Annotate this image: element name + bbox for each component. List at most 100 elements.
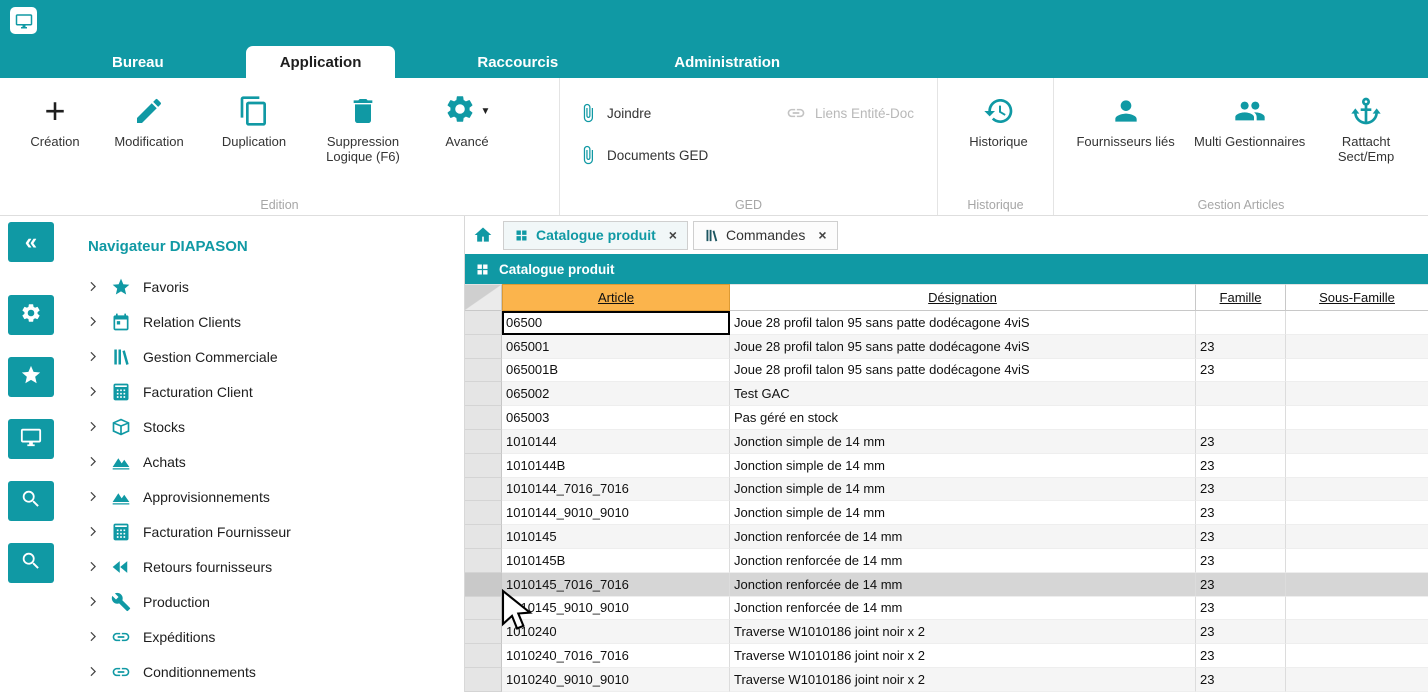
sidebar-item-conditionnements[interactable]: Conditionnements bbox=[62, 654, 464, 689]
chevron-right-icon[interactable] bbox=[86, 454, 103, 469]
close-icon[interactable]: × bbox=[669, 228, 677, 242]
modification-button[interactable]: Modification bbox=[96, 90, 202, 150]
row-selector-cell[interactable] bbox=[465, 549, 502, 573]
chevron-right-icon[interactable] bbox=[86, 664, 103, 679]
suppression-logique-button[interactable]: Suppression Logique (F6) bbox=[306, 90, 420, 165]
sidebar-item-gestion-commerciale[interactable]: Gestion Commerciale bbox=[62, 339, 464, 374]
multi-gestionnaires-button[interactable]: Multi Gestionnaires bbox=[1187, 90, 1312, 150]
cell-famille[interactable]: 23 bbox=[1196, 478, 1286, 502]
avance-button[interactable]: ▼ Avancé bbox=[424, 90, 510, 150]
sidebar-item-expeditions[interactable]: Expéditions bbox=[62, 619, 464, 654]
row-selector-cell[interactable] bbox=[465, 644, 502, 668]
rail-search-button[interactable] bbox=[8, 481, 54, 521]
rattacht-sect-emp-button[interactable]: Rattacht Sect/Emp bbox=[1316, 90, 1416, 165]
cell-article[interactable]: 1010145B bbox=[502, 549, 730, 573]
cell-famille[interactable]: 23 bbox=[1196, 335, 1286, 359]
cell-sous-famille[interactable] bbox=[1286, 597, 1428, 621]
cell-article[interactable]: 1010240 bbox=[502, 620, 730, 644]
chevron-right-icon[interactable] bbox=[86, 349, 103, 364]
cell-sous-famille[interactable] bbox=[1286, 359, 1428, 383]
cell-famille[interactable]: 23 bbox=[1196, 359, 1286, 383]
column-header-article[interactable]: Article bbox=[502, 284, 730, 311]
cell-famille[interactable]: 23 bbox=[1196, 573, 1286, 597]
cell-designation[interactable]: Jonction renforcée de 14 mm bbox=[730, 573, 1196, 597]
cell-designation[interactable]: Traverse W1010186 joint noir x 2 bbox=[730, 668, 1196, 692]
historique-button[interactable]: Historique bbox=[956, 90, 1041, 150]
cell-designation[interactable]: Test GAC bbox=[730, 382, 1196, 406]
joindre-button[interactable]: Joindre bbox=[578, 98, 786, 128]
row-selector-cell[interactable] bbox=[465, 359, 502, 383]
cell-article[interactable]: 1010144_9010_9010 bbox=[502, 501, 730, 525]
row-selector-cell[interactable] bbox=[465, 501, 502, 525]
sidebar-item-approvisionnements[interactable]: Approvisionnements bbox=[62, 479, 464, 514]
cell-article[interactable]: 1010145 bbox=[502, 525, 730, 549]
cell-famille[interactable]: 23 bbox=[1196, 454, 1286, 478]
duplication-button[interactable]: Duplication bbox=[206, 90, 302, 150]
rail-settings-button[interactable] bbox=[8, 295, 54, 335]
cell-designation[interactable]: Jonction simple de 14 mm bbox=[730, 501, 1196, 525]
cell-article[interactable]: 065003 bbox=[502, 406, 730, 430]
cell-famille[interactable] bbox=[1196, 406, 1286, 430]
sidebar-item-achats[interactable]: Achats bbox=[62, 444, 464, 479]
cell-sous-famille[interactable] bbox=[1286, 454, 1428, 478]
cell-designation[interactable]: Jonction simple de 14 mm bbox=[730, 430, 1196, 454]
sidebar-item-favoris[interactable]: Favoris bbox=[62, 269, 464, 304]
sidebar-item-stocks[interactable]: Stocks bbox=[62, 409, 464, 444]
chevron-right-icon[interactable] bbox=[86, 594, 103, 609]
row-selector-cell[interactable] bbox=[465, 454, 502, 478]
row-selector-cell[interactable] bbox=[465, 335, 502, 359]
chevron-right-icon[interactable] bbox=[86, 384, 103, 399]
cell-designation[interactable]: Jonction simple de 14 mm bbox=[730, 478, 1196, 502]
rail-collapse-button[interactable]: « bbox=[8, 222, 54, 262]
cell-article[interactable]: 1010144B bbox=[502, 454, 730, 478]
home-button[interactable] bbox=[473, 225, 493, 245]
cell-designation[interactable]: Joue 28 profil talon 95 sans patte dodéc… bbox=[730, 335, 1196, 359]
cell-article[interactable]: 1010144 bbox=[502, 430, 730, 454]
sidebar-item-relation-clients[interactable]: Relation Clients bbox=[62, 304, 464, 339]
chevron-right-icon[interactable] bbox=[86, 419, 103, 434]
chevron-right-icon[interactable] bbox=[86, 279, 103, 294]
documents-ged-button[interactable]: Documents GED bbox=[578, 140, 786, 170]
cell-designation[interactable]: Jonction simple de 14 mm bbox=[730, 454, 1196, 478]
cell-article[interactable]: 1010144_7016_7016 bbox=[502, 478, 730, 502]
cell-famille[interactable] bbox=[1196, 311, 1286, 335]
chevron-right-icon[interactable] bbox=[86, 314, 103, 329]
fournisseurs-lies-button[interactable]: Fournisseurs liés bbox=[1068, 90, 1183, 150]
cell-famille[interactable]: 23 bbox=[1196, 430, 1286, 454]
column-header-sous-famille[interactable]: Sous-Famille bbox=[1286, 284, 1428, 311]
cell-sous-famille[interactable] bbox=[1286, 406, 1428, 430]
cell-article[interactable]: 065001B bbox=[502, 359, 730, 383]
cell-designation[interactable]: Joue 28 profil talon 95 sans patte dodéc… bbox=[730, 359, 1196, 383]
row-selector-cell[interactable] bbox=[465, 668, 502, 692]
cell-article[interactable]: 1010145_9010_9010 bbox=[502, 597, 730, 621]
cell-designation[interactable]: Jonction renforcée de 14 mm bbox=[730, 525, 1196, 549]
cell-sous-famille[interactable] bbox=[1286, 478, 1428, 502]
cell-designation[interactable]: Jonction renforcée de 14 mm bbox=[730, 597, 1196, 621]
cell-designation[interactable]: Traverse W1010186 joint noir x 2 bbox=[730, 620, 1196, 644]
app-icon[interactable] bbox=[10, 7, 37, 34]
ribbon-tab-bureau[interactable]: Bureau bbox=[78, 46, 198, 78]
ribbon-tab-administration[interactable]: Administration bbox=[640, 46, 814, 78]
ribbon-tab-raccourcis[interactable]: Raccourcis bbox=[443, 46, 592, 78]
cell-famille[interactable]: 23 bbox=[1196, 597, 1286, 621]
rail-desktop-button[interactable] bbox=[8, 419, 54, 459]
chevron-right-icon[interactable] bbox=[86, 489, 103, 504]
cell-sous-famille[interactable] bbox=[1286, 573, 1428, 597]
cell-article[interactable]: 1010240_9010_9010 bbox=[502, 668, 730, 692]
cell-sous-famille[interactable] bbox=[1286, 311, 1428, 335]
tab-commandes[interactable]: Commandes × bbox=[693, 221, 838, 250]
cell-famille[interactable]: 23 bbox=[1196, 549, 1286, 573]
cell-article[interactable]: 1010145_7016_7016 bbox=[502, 573, 730, 597]
cell-famille[interactable]: 23 bbox=[1196, 620, 1286, 644]
rail-favorites-button[interactable] bbox=[8, 357, 54, 397]
cell-sous-famille[interactable] bbox=[1286, 620, 1428, 644]
row-selector-cell[interactable] bbox=[465, 430, 502, 454]
cell-designation[interactable]: Jonction renforcée de 14 mm bbox=[730, 549, 1196, 573]
chevron-right-icon[interactable] bbox=[86, 524, 103, 539]
close-icon[interactable]: × bbox=[818, 228, 826, 242]
cell-sous-famille[interactable] bbox=[1286, 382, 1428, 406]
row-selector-cell[interactable] bbox=[465, 478, 502, 502]
cell-famille[interactable]: 23 bbox=[1196, 644, 1286, 668]
cell-designation[interactable]: Joue 28 profil talon 95 sans patte dodéc… bbox=[730, 311, 1196, 335]
row-selector-cell[interactable] bbox=[465, 597, 502, 621]
